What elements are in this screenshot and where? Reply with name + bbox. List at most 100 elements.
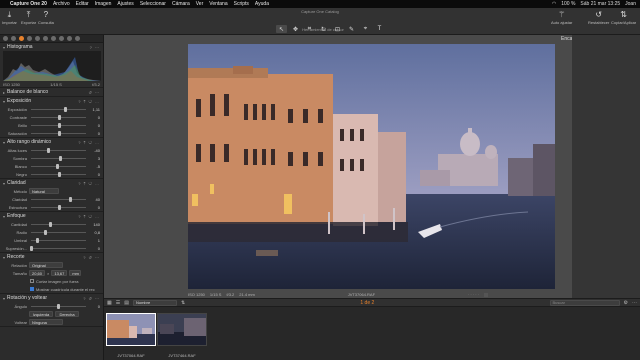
library-tab-icon[interactable] [3,36,8,41]
slider-track[interactable] [31,106,86,112]
section-tools-icon[interactable]: ? ⋯ [90,45,100,50]
slider-track[interactable] [30,245,86,251]
rotation-header[interactable]: ▾ Rotación y voltear ? ↺ ⋯ [0,294,103,302]
menu-editar[interactable]: Editar [76,1,89,7]
show-mask-checkbox[interactable] [30,287,34,291]
auto-adjust-button[interactable]: ⚚ Auto ajustar [551,10,572,25]
angle-row[interactable]: Ángulo 0 [0,302,103,310]
main-photo[interactable] [188,44,555,289]
slider-value[interactable]: 0,8 [88,230,100,235]
text-tool-icon[interactable]: T [374,25,385,33]
copy-apply-button[interactable]: ⇅ Copiar/Aplicar [611,10,636,25]
slider-value[interactable]: 0 [88,131,100,136]
slider-row[interactable]: Saturación 0 [0,129,103,137]
slider-row[interactable]: Negro 0 [0,170,103,178]
section-tools-icon[interactable]: ? ⤒ ↺ ⋯ [78,181,100,186]
menu-scripts[interactable]: Scripts [234,1,249,7]
filmstrip-view-icon[interactable]: ▤ [124,300,129,306]
thumbnail-1[interactable] [106,313,156,346]
crop-header[interactable]: ▾ Recorte ? ↺ ⋯ [0,253,103,261]
slider-value[interactable]: 1 [88,238,100,243]
thumbnail-2[interactable] [157,313,207,346]
grid-view-icon[interactable]: ▦ [107,300,112,306]
menu-ventana[interactable]: Ventana [209,1,227,7]
wifi-icon[interactable]: ◠ [552,1,556,7]
adjustments-tab-icon[interactable] [59,36,64,41]
metadata-tab-icon[interactable] [67,36,72,41]
slider-knob[interactable] [57,204,61,210]
slider-track[interactable] [31,237,86,243]
crop-width-field[interactable]: 20,60 [29,270,45,276]
slider-value[interactable]: 3 [88,156,100,161]
slider-knob[interactable] [68,196,72,202]
menu-ver[interactable]: Ver [196,1,204,7]
slider-knob[interactable] [30,245,33,251]
exposure-tab-icon[interactable] [27,36,32,41]
slider-row[interactable]: Cantidad 140 [0,220,103,228]
menu-ayuda[interactable]: Ayuda [255,1,269,7]
angle-value[interactable]: 0 [88,304,100,309]
rotate-left-button[interactable]: Izquierda [29,311,53,317]
clock[interactable]: Sáb 21 mar 13:25 [580,1,620,7]
slider-knob[interactable] [57,114,61,120]
slider-knob[interactable] [58,155,62,161]
app-menu[interactable]: Capture One 20 [10,1,47,7]
hdr-header[interactable]: ▾ Alto rango dinámico ? ⤒ ↺ ⋯ [0,138,103,146]
slider-track[interactable] [31,114,86,120]
slider-track[interactable] [31,204,86,210]
composition-tab-icon[interactable] [43,36,48,41]
exposure-header[interactable]: ▾ Exposición ? ⤒ ↺ ⋯ [0,97,103,105]
histogram-header[interactable]: ▾ Histograma ? ⋯ [0,43,103,51]
slider-value[interactable]: -5 [88,164,100,169]
list-view-icon[interactable]: ☰ [116,300,120,306]
menu-seleccionar[interactable]: Seleccionar [140,1,166,7]
slider-track[interactable] [31,221,86,227]
crop-outside-row[interactable]: Cortar imagen por fuera [0,277,103,285]
slider-knob[interactable] [35,237,39,243]
crop-unit-select[interactable]: mm [69,270,82,276]
section-tools-icon[interactable]: ↺ ⋯ [89,90,100,95]
slider-value[interactable]: -40 [88,148,100,153]
menu-camara[interactable]: Cámara [172,1,190,7]
slider-row[interactable]: Exposición 1,11 [0,105,103,113]
details-tab-icon[interactable] [51,36,56,41]
reset-button[interactable]: ↺ Restablecer [588,10,609,25]
consult-button[interactable]: ? Consulta [38,10,54,25]
battery-label[interactable]: 100 % [561,1,575,7]
slider-knob[interactable] [46,147,50,153]
slider-knob[interactable] [57,130,61,136]
menu-ajustes[interactable]: Ajustes [117,1,133,7]
slider-value[interactable]: 0 [88,115,100,120]
slider-row[interactable]: Radio 0,8 [0,228,103,236]
slider-row[interactable]: Claridad 40 [0,195,103,203]
slider-knob[interactable] [57,171,61,177]
section-tools-icon[interactable]: ? ↺ ⋯ [83,255,100,260]
ratio-select[interactable]: Original [29,262,63,268]
lens-tab-icon[interactable] [35,36,40,41]
slider-value[interactable]: 0 [88,172,100,177]
rating-stars[interactable]: · · · · · [468,292,479,297]
slider-knob[interactable] [49,221,53,227]
slider-track[interactable] [31,147,86,153]
slider-row[interactable]: Umbral 1 [0,236,103,244]
show-mask-row[interactable]: Mostrar cuadrícula durante el rec [0,285,103,293]
user-name[interactable]: Joan [625,1,636,7]
slider-track[interactable] [31,155,86,161]
menu-archivo[interactable]: Archivo [53,1,70,7]
menu-imagen[interactable]: Imagen [95,1,112,7]
slider-value[interactable]: 140 [88,222,100,227]
slider-track[interactable] [31,130,86,136]
slider-row[interactable]: Contraste 0 [0,113,103,121]
slider-track[interactable] [31,163,86,169]
import-button[interactable]: ⤓ Importar [2,10,17,26]
slider-value[interactable]: 1,11 [88,107,101,112]
section-tools-icon[interactable]: ? ⤒ ↺ ⋯ [78,140,100,145]
settings-gear-icon[interactable]: ⚙ [624,300,628,306]
slider-row[interactable]: Blanco -5 [0,162,103,170]
slider-row[interactable]: Sombra 3 [0,154,103,162]
color-tab-icon[interactable] [19,36,24,41]
slider-value[interactable]: 0 [88,123,100,128]
slider-track[interactable] [31,196,86,202]
slider-knob[interactable] [57,122,61,128]
slider-row[interactable]: Supresión... 0 [0,244,103,252]
